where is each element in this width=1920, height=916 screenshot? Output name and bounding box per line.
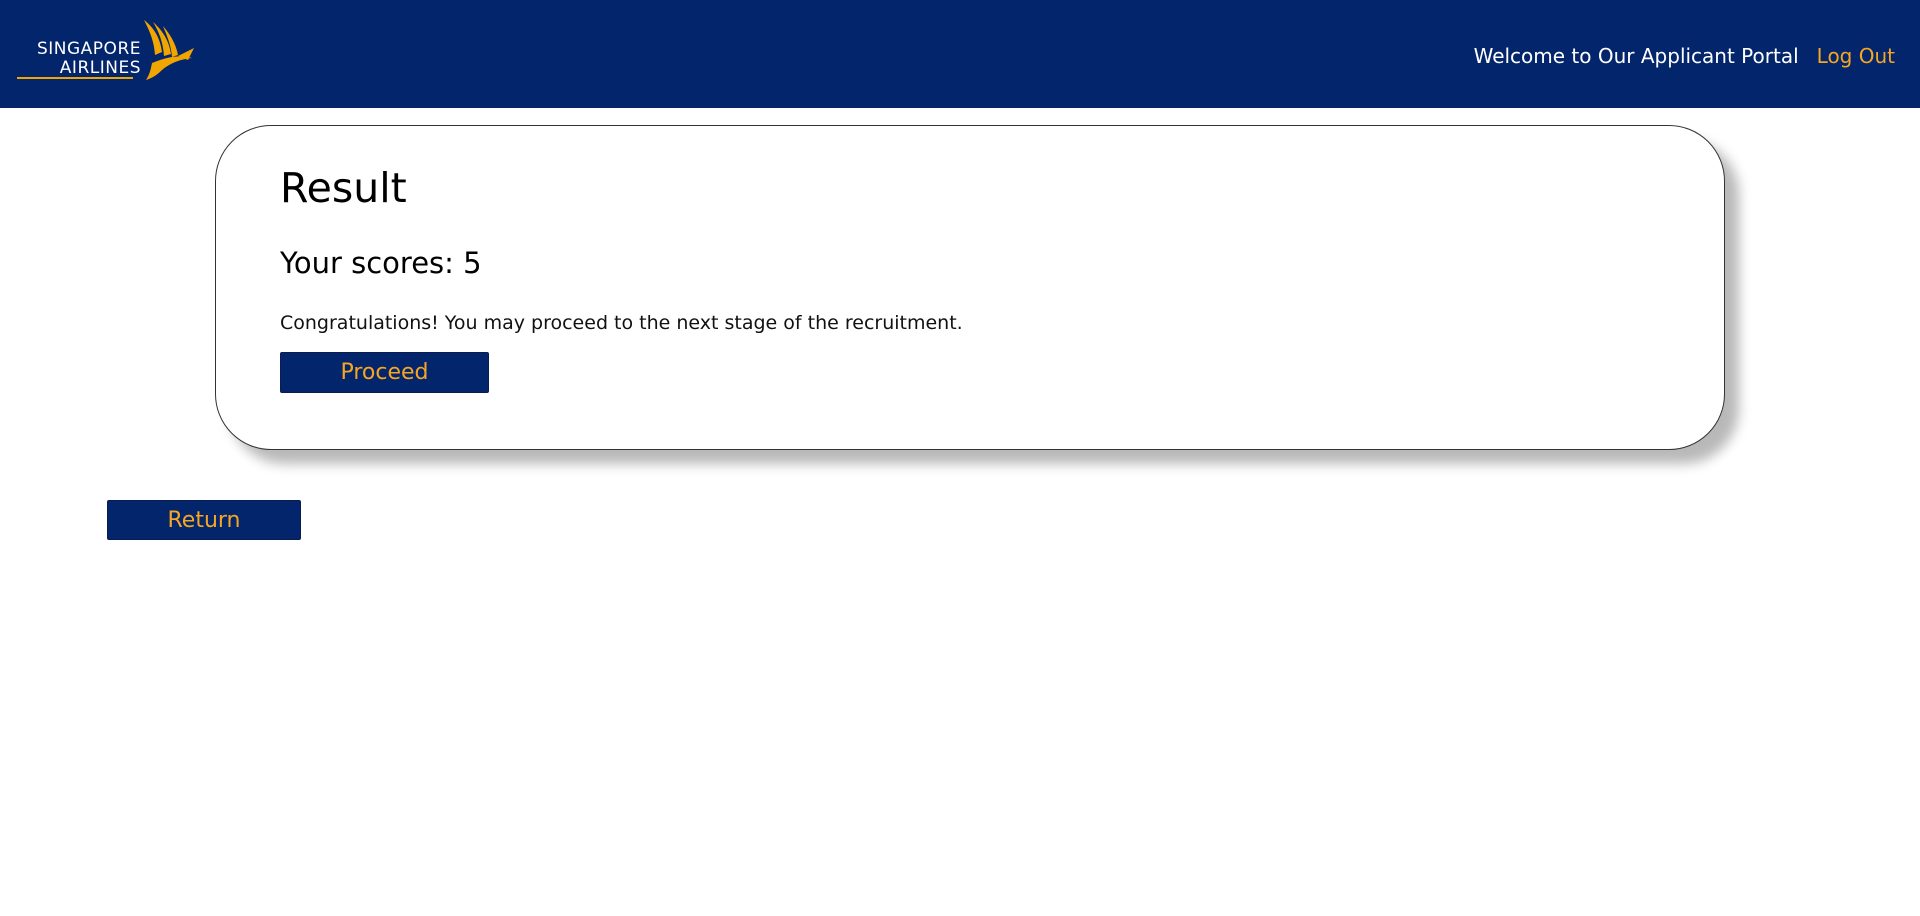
header-nav: Welcome to Our Applicant Portal Log Out: [1474, 42, 1895, 70]
proceed-button[interactable]: Proceed: [280, 352, 489, 393]
result-title: Result: [280, 164, 407, 212]
result-card: Result Your scores: 5 Congratulations! Y…: [215, 125, 1725, 450]
logo-line-2: AIRLINES: [59, 58, 141, 78]
return-button[interactable]: Return: [107, 500, 301, 540]
result-message: Congratulations! You may proceed to the …: [280, 312, 963, 334]
welcome-text: Welcome to Our Applicant Portal: [1473, 44, 1799, 68]
score-text: Your scores: 5: [280, 246, 482, 280]
bird-logo-icon: [144, 20, 194, 80]
singapore-airlines-logo[interactable]: SINGAPORE AIRLINES: [14, 18, 194, 82]
logo-wordmark: SINGAPORE AIRLINES: [17, 40, 141, 78]
logout-link[interactable]: Log Out: [1817, 44, 1895, 68]
logo-line-1: SINGAPORE: [36, 39, 141, 59]
top-navigation-bar: SINGAPORE AIRLINES Welcome to Our Applic…: [0, 0, 1920, 108]
logo-underline: [17, 77, 133, 79]
